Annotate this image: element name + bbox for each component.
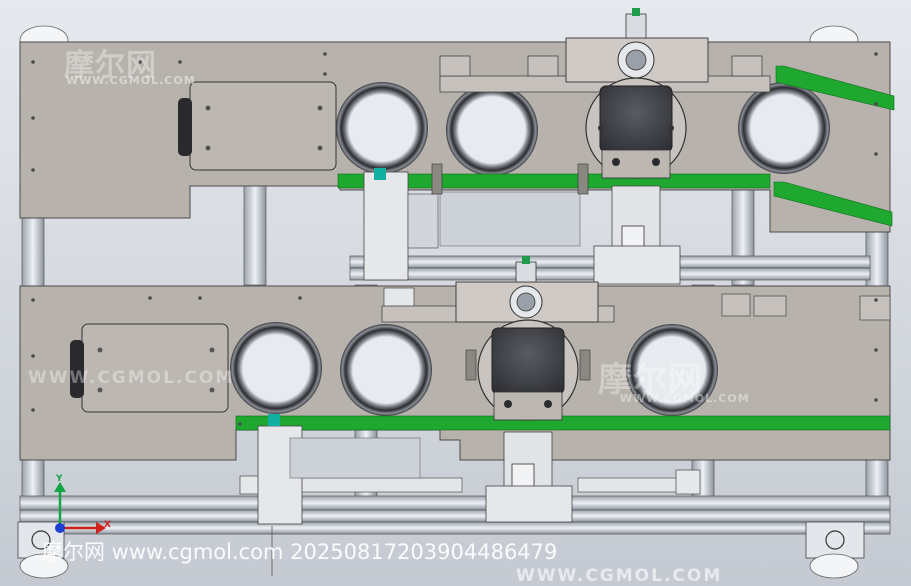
ring-5 (340, 324, 432, 416)
assembly-drawing (0, 0, 911, 586)
z-axis-dot (55, 523, 65, 533)
y-axis-label: Y (56, 474, 63, 484)
ring-4 (230, 322, 322, 414)
watermark-credit: 摩尔网 www.cgmol.com 20250817203904486479 (42, 540, 558, 564)
watermark-middle-en: WWW.CGMOL.COM (28, 368, 235, 388)
ring-1 (336, 82, 428, 174)
ring-3 (738, 82, 830, 174)
rail-bottom (235, 415, 891, 431)
watermark-top-left-en: WWW.CGMOL.COM (66, 74, 196, 87)
watermark-right-en: WWW.CGMOL.COM (620, 392, 750, 405)
watermark-bottom-en: WWW.CGMOL.COM (516, 566, 723, 586)
x-axis-label: X (104, 520, 111, 530)
ring-2 (446, 84, 538, 176)
cad-assembly-view: 摩尔网 WWW.CGMOL.COM WWW.CGMOL.COM 摩尔网 WWW.… (0, 0, 911, 586)
